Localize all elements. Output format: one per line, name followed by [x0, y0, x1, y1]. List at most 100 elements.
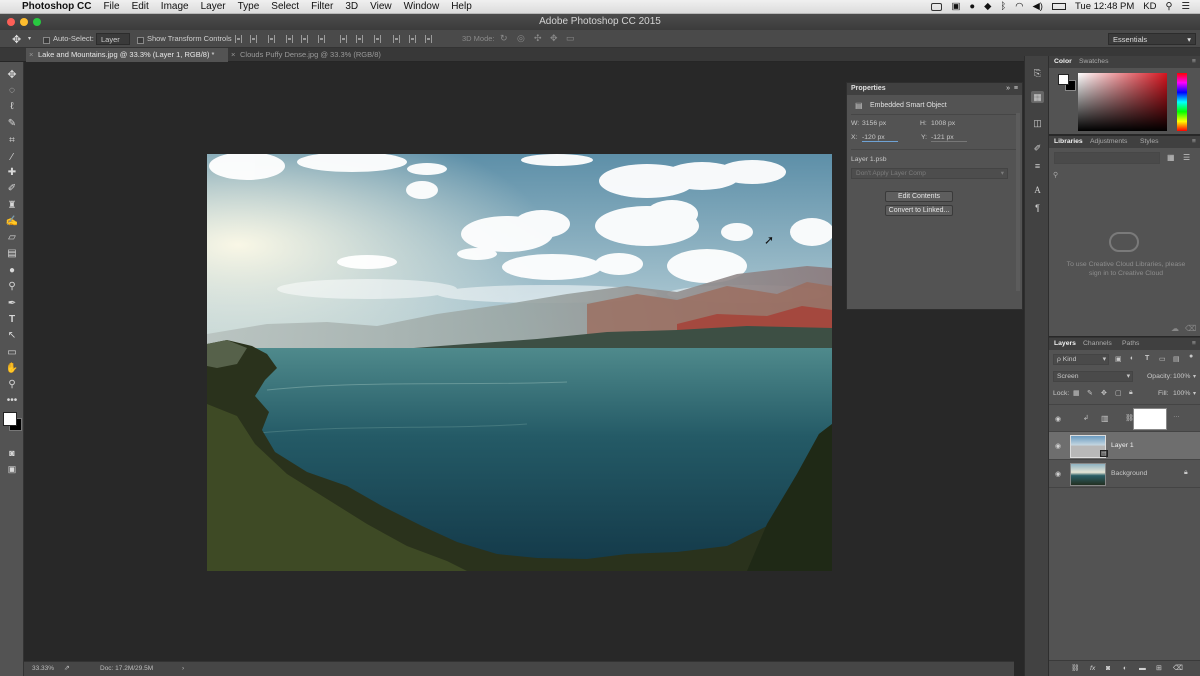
panel-menu-icon[interactable]: » ≡	[1006, 83, 1022, 95]
distribute-top-icon[interactable]	[340, 35, 347, 43]
layer-row-layer-1[interactable]: ◉ ▤ Layer 1	[1049, 432, 1200, 460]
battery-icon[interactable]	[1051, 3, 1066, 10]
close-window-button[interactable]	[7, 18, 15, 26]
filter-type-icon[interactable]: T	[1145, 355, 1149, 362]
user-name[interactable]: KD	[1143, 1, 1156, 12]
convert-to-linked-button[interactable]: Convert to Linked...	[885, 205, 953, 216]
add-mask-icon[interactable]: ◙	[1106, 661, 1110, 676]
layer-mask-thumbnail[interactable]	[1133, 408, 1167, 430]
menu-window[interactable]: Window	[398, 1, 446, 12]
layer-row-adjustment[interactable]: ◉ ↲ ▥ ⛓ …	[1049, 404, 1200, 432]
auto-select-checkbox[interactable]	[43, 35, 50, 44]
tab-libraries[interactable]: Libraries	[1054, 136, 1083, 148]
library-trash-icon[interactable]: ⌫	[1185, 324, 1196, 333]
library-dropdown[interactable]	[1054, 152, 1160, 164]
eraser-tool-icon[interactable]: ▱	[5, 231, 19, 245]
x-value[interactable]: -120 px	[862, 134, 898, 142]
tab-swatches[interactable]: Swatches	[1079, 56, 1108, 68]
zoom-window-button[interactable]	[33, 18, 41, 26]
fill-dropdown-icon[interactable]: ▾	[1193, 390, 1196, 397]
pen-tool-icon[interactable]: ✒	[5, 297, 19, 311]
delete-layer-icon[interactable]: ⌫	[1173, 661, 1183, 676]
tab-styles[interactable]: Styles	[1140, 136, 1159, 148]
menu-edit[interactable]: Edit	[126, 1, 155, 12]
screen-mode-icon[interactable]: ▣	[5, 462, 19, 476]
properties-panel-icon[interactable]: ▦	[1031, 91, 1044, 103]
close-tab-icon[interactable]: ×	[231, 48, 235, 62]
volume-icon[interactable]: ◀)	[1032, 1, 1042, 12]
menu-3d[interactable]: 3D	[339, 1, 364, 12]
distribute-bottom-icon[interactable]	[374, 35, 381, 43]
menu-image[interactable]: Image	[155, 1, 195, 12]
align-right-icon[interactable]	[318, 35, 325, 43]
properties-scrollbar[interactable]	[1016, 113, 1020, 291]
menu-select[interactable]: Select	[265, 1, 305, 12]
tab-lake-and-mountains[interactable]: × Lake and Mountains.jpg @ 33.3% (Layer …	[26, 48, 228, 62]
document-image[interactable]	[207, 154, 832, 571]
menu-view[interactable]: View	[364, 1, 398, 12]
move-tool-icon[interactable]: ✥	[5, 68, 19, 82]
tab-layers[interactable]: Layers	[1054, 338, 1076, 350]
healing-brush-tool-icon[interactable]: ✚	[5, 166, 19, 180]
tab-color[interactable]: Color	[1054, 56, 1072, 68]
blur-tool-icon[interactable]: ●	[5, 264, 19, 278]
tab-paths[interactable]: Paths	[1122, 338, 1139, 350]
blend-mode-dropdown[interactable]: Screen ▾	[1053, 371, 1133, 382]
lock-transparent-icon[interactable]: ▦	[1073, 389, 1080, 397]
3d-pan-icon[interactable]: ✣	[534, 33, 542, 44]
visibility-eye-icon[interactable]: ◉	[1055, 415, 1061, 423]
layer-thumbnail[interactable]	[1070, 463, 1106, 486]
quick-selection-tool-icon[interactable]: ✎	[5, 117, 19, 131]
dodge-tool-icon[interactable]: ⚲	[5, 280, 19, 294]
screen-icon[interactable]	[931, 2, 943, 11]
clock-text[interactable]: Tue 12:48 PM	[1075, 1, 1134, 12]
new-group-icon[interactable]: ▬	[1139, 661, 1146, 676]
width-value[interactable]: 3156 px	[862, 120, 886, 127]
filter-pixel-icon[interactable]: ▣	[1115, 355, 1122, 363]
sync-icon[interactable]: ●	[969, 1, 975, 12]
auto-select-dropdown[interactable]: Layer ▾	[96, 33, 130, 55]
link-layers-icon[interactable]: ⛓	[1071, 661, 1080, 676]
move-tool-preset-icon[interactable]: ✥	[12, 33, 21, 46]
3d-rotate-icon[interactable]: ↻	[500, 33, 508, 44]
panel-menu-icon[interactable]: ≡	[1192, 136, 1196, 148]
brush-presets-icon[interactable]: ≡	[1031, 160, 1044, 172]
opacity-value[interactable]: 100%	[1173, 373, 1190, 380]
layer-style-icon[interactable]: fx	[1090, 661, 1095, 676]
zoom-level[interactable]: 33.33%	[32, 665, 54, 672]
lock-all-icon[interactable]: 🔒︎	[1129, 389, 1133, 397]
tab-adjustments[interactable]: Adjustments	[1090, 136, 1127, 148]
zoom-tool-icon[interactable]: ⚲	[5, 378, 19, 392]
quick-mask-icon[interactable]: ◙	[5, 446, 19, 460]
grid-view-icon[interactable]: ▦	[1167, 153, 1175, 162]
distribute-hcenter-icon[interactable]	[409, 35, 416, 43]
layer-comps-icon[interactable]: ◫	[1031, 117, 1044, 129]
wifi-icon[interactable]: ◠	[1015, 1, 1023, 12]
history-panel-icon[interactable]: ⎘	[1031, 67, 1044, 79]
new-layer-icon[interactable]: ⊞	[1156, 661, 1162, 676]
brush-panel-icon[interactable]: ✐	[1031, 142, 1044, 154]
lock-position-icon[interactable]: ✥	[1101, 389, 1107, 397]
share-icon[interactable]: ⇗	[64, 664, 70, 672]
camera-icon[interactable]: ▣	[951, 1, 960, 12]
menu-file[interactable]: File	[97, 1, 125, 12]
status-menu-arrow-icon[interactable]: ›	[182, 665, 184, 672]
history-brush-tool-icon[interactable]: ✍	[5, 215, 19, 229]
align-bottom-icon[interactable]	[268, 35, 275, 43]
opacity-dropdown-icon[interactable]: ▾	[1193, 373, 1196, 380]
panel-menu-icon[interactable]: ≡	[1192, 56, 1196, 68]
notification-center-icon[interactable]: ☰	[1181, 1, 1190, 12]
marquee-tool-icon[interactable]: ◌	[5, 84, 19, 98]
crop-tool-icon[interactable]: ⌗	[5, 134, 19, 148]
close-tab-icon[interactable]: ×	[29, 48, 33, 62]
tab-clouds-puffy-dense[interactable]: × Clouds Puffy Dense.jpg @ 33.3% (RGB/8)	[228, 48, 398, 62]
align-left-icon[interactable]	[286, 35, 293, 43]
distribute-left-icon[interactable]	[393, 35, 400, 43]
layer-row-background[interactable]: ◉ Background 🔒︎	[1049, 460, 1200, 488]
visibility-eye-icon[interactable]: ◉	[1055, 470, 1061, 478]
menu-type[interactable]: Type	[232, 1, 266, 12]
edit-contents-button[interactable]: Edit Contents	[885, 191, 953, 202]
character-panel-icon[interactable]: A	[1031, 184, 1044, 196]
align-vcenter-icon[interactable]	[250, 35, 257, 43]
paragraph-panel-icon[interactable]: ¶	[1031, 202, 1044, 214]
